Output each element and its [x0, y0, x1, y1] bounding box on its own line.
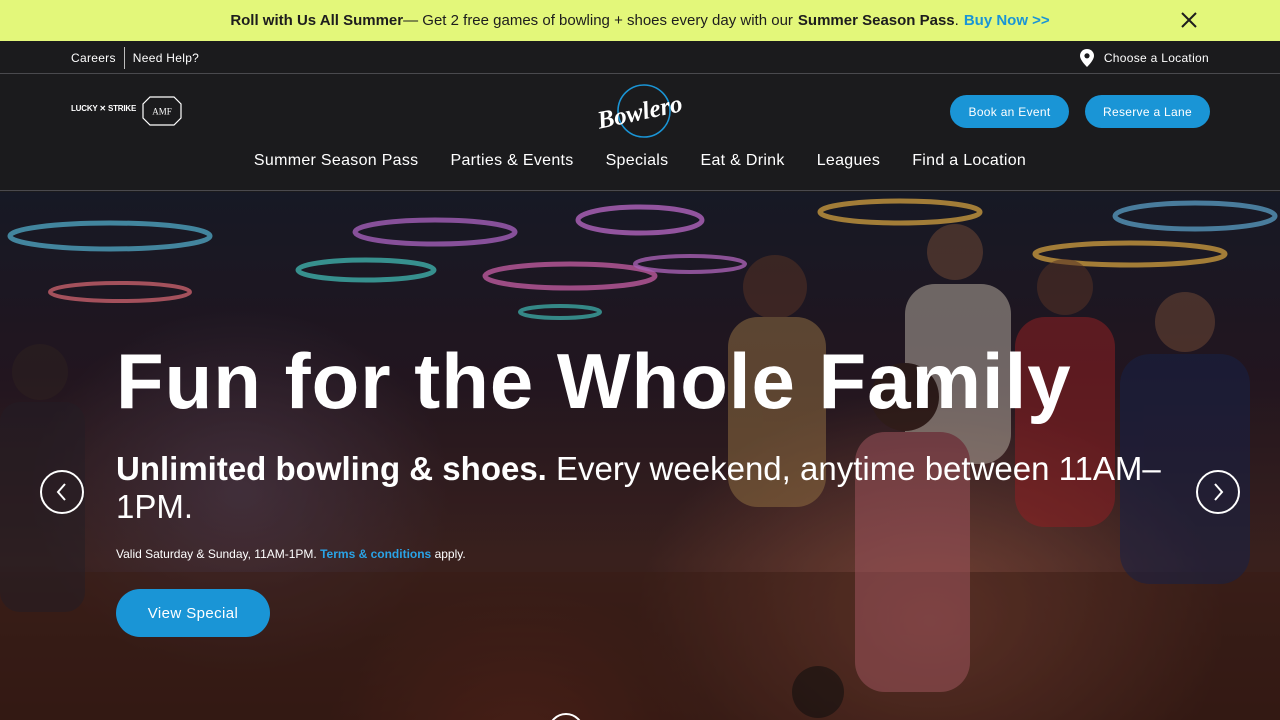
hero-note: Valid Saturday & Sunday, 11AM-1PM. Terms…	[116, 547, 466, 561]
chevron-left-icon	[56, 483, 66, 501]
hero-banner: Fun for the Whole Family Unlimited bowli…	[0, 192, 1280, 720]
main-nav: Summer Season Pass Parties & Events Spec…	[0, 152, 1280, 180]
logo-wordmark: Bowlero	[596, 90, 684, 135]
need-help-link[interactable]: Need Help?	[133, 51, 199, 65]
close-promo-button[interactable]	[1178, 9, 1200, 31]
nav-find-location[interactable]: Find a Location	[912, 152, 1026, 180]
buy-now-link[interactable]: Buy Now >>	[964, 12, 1050, 29]
nav-parties-events[interactable]: Parties & Events	[451, 152, 574, 180]
map-pin-icon	[1079, 48, 1094, 67]
utility-bar: Careers Need Help? Choose a Location	[0, 41, 1280, 74]
promo-pass: Summer Season Pass	[797, 12, 955, 29]
hero-title: Fun for the Whole Family	[116, 337, 1072, 425]
chevron-right-icon	[1214, 483, 1224, 501]
reserve-lane-button[interactable]: Reserve a Lane	[1085, 95, 1210, 128]
promo-lead: Roll with Us All Summer	[230, 12, 404, 29]
hero-note-start: Valid Saturday & Sunday, 11AM-1PM.	[116, 547, 321, 561]
hero-subtitle: Unlimited bowling & shoes. Every weekend…	[116, 450, 1176, 526]
hero-subtitle-bold: Unlimited bowling & shoes.	[116, 450, 547, 487]
promo-text: Roll with Us All Summer — Get 2 free gam…	[230, 12, 1049, 29]
careers-link[interactable]: Careers	[71, 51, 116, 65]
amf-label: AMF	[152, 107, 172, 117]
choose-location-label: Choose a Location	[1103, 50, 1209, 65]
nav-specials[interactable]: Specials	[606, 152, 669, 180]
amf-badge-icon: AMF	[142, 96, 182, 126]
bowlero-logo[interactable]: Bowlero	[594, 83, 685, 139]
view-special-button[interactable]: View Special	[116, 589, 270, 637]
promo-period: .	[954, 12, 959, 29]
nav-leagues[interactable]: Leagues	[817, 152, 881, 180]
book-event-button[interactable]: Book an Event	[950, 95, 1069, 128]
nav-eat-drink[interactable]: Eat & Drink	[700, 152, 784, 180]
hero-note-end: apply.	[431, 547, 466, 561]
promo-middle: — Get 2 free games of bowling + shoes ev…	[403, 12, 793, 29]
nav-summer-season-pass[interactable]: Summer Season Pass	[254, 152, 419, 180]
terms-conditions-link[interactable]: Terms & conditions	[320, 547, 431, 561]
choose-location-link[interactable]: Choose a Location	[1079, 41, 1209, 74]
carousel-next-button[interactable]	[1196, 470, 1240, 514]
lucky-strike-logo[interactable]: LUCKY ✕ STRIKE	[71, 104, 136, 113]
amf-logo[interactable]: AMF	[142, 96, 182, 126]
close-icon	[1181, 12, 1197, 28]
promo-banner: Roll with Us All Summer — Get 2 free gam…	[0, 0, 1280, 41]
divider	[123, 46, 125, 69]
carousel-prev-button[interactable]	[40, 470, 84, 514]
